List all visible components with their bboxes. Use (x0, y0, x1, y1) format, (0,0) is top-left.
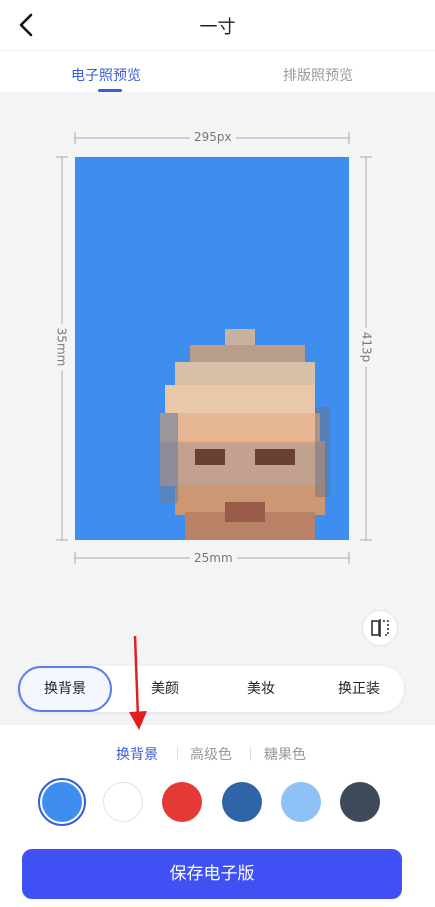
tab-layout-preview[interactable]: 排版照预览 (283, 65, 353, 85)
save-electronic-button[interactable]: 保存电子版 (22, 849, 402, 899)
height-label: 35mm (54, 323, 69, 371)
color-swatch[interactable] (340, 782, 380, 822)
subtab-candy-color[interactable]: 糖果色 (264, 744, 306, 764)
pixelated-portrait (160, 329, 330, 540)
func-makeup[interactable]: 美妆 (216, 666, 306, 712)
height-px-label: 413p (359, 327, 374, 367)
color-swatch[interactable] (162, 782, 202, 822)
id-photo (75, 157, 349, 540)
bottom-width-label: 25mm (190, 551, 237, 565)
subtab-divider (250, 747, 251, 761)
subtab-divider (177, 747, 178, 761)
preview-tabs: 电子照预览 排版照预览 (0, 50, 435, 92)
func-change-background[interactable]: 换背景 (18, 666, 112, 712)
color-swatch[interactable] (103, 782, 143, 822)
compare-icon (371, 619, 389, 637)
tab-electronic-preview[interactable]: 电子照预览 (71, 65, 141, 85)
color-swatch[interactable] (222, 782, 262, 822)
func-change-suit[interactable]: 换正装 (314, 666, 404, 712)
color-swatch[interactable] (281, 782, 321, 822)
function-bar: 换背景 美颜 美妆 换正装 (18, 666, 404, 712)
subtab-change-background[interactable]: 换背景 (116, 744, 158, 764)
header: 一寸 (0, 0, 435, 50)
bottom-panel: 换背景 高级色 糖果色 保存电子版 (0, 725, 435, 907)
width-label: 295px (190, 130, 236, 144)
annotation-arrow (129, 635, 147, 730)
color-swatch[interactable] (42, 782, 82, 822)
subtab-advanced-color[interactable]: 高级色 (190, 744, 232, 764)
page-title: 一寸 (199, 17, 236, 38)
compare-button[interactable] (362, 610, 398, 646)
